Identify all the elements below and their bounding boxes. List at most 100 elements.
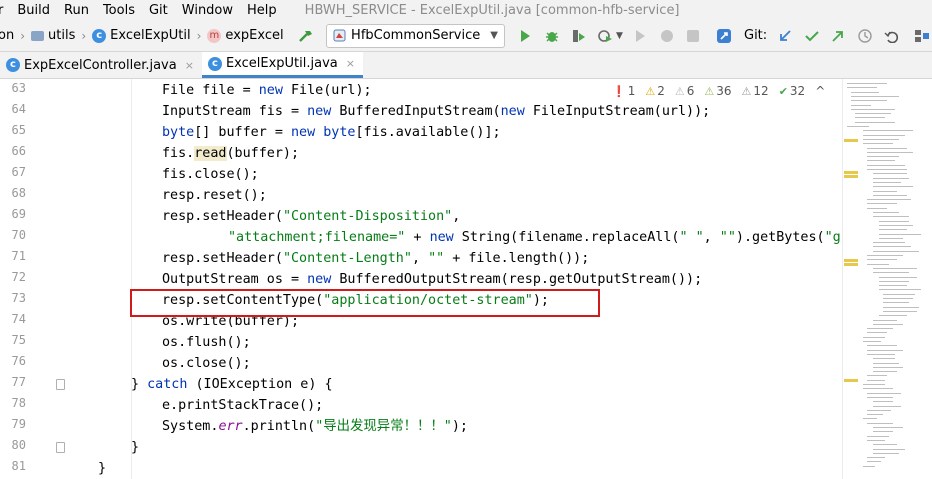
code-line[interactable]: File file = new File(url);: [162, 80, 372, 101]
minimap-line: [867, 409, 891, 411]
code-token: File(url);: [282, 83, 372, 98]
git-history-icon[interactable]: [855, 25, 875, 47]
minimap-line: [873, 177, 909, 179]
stop-icon[interactable]: [683, 25, 703, 47]
code-token: new: [307, 104, 332, 119]
menu-item-help[interactable]: Help: [247, 3, 277, 18]
errors-indicator[interactable]: ❗ 1: [612, 84, 635, 98]
profile-icon[interactable]: [594, 25, 614, 47]
menu-item-run[interactable]: Run: [64, 3, 89, 18]
info-indicator[interactable]: ⚠ 12: [742, 84, 769, 98]
run-configuration-select[interactable]: HfbCommonService ▼: [326, 23, 505, 48]
minimap-line: [863, 384, 885, 385]
run-with-coverage-icon[interactable]: [568, 25, 588, 47]
code-line[interactable]: resp.setHeader("Content-Disposition",: [162, 206, 460, 227]
code-line[interactable]: e.printStackTrace();: [162, 395, 323, 416]
settings-sync-icon[interactable]: [714, 25, 734, 47]
code-token: err: [218, 419, 243, 434]
git-push-icon[interactable]: [828, 25, 848, 47]
errors-count: 1: [627, 84, 636, 98]
minimap-line: [873, 448, 905, 450]
close-icon[interactable]: ×: [185, 59, 194, 72]
breadcrumb-item-method[interactable]: m expExcel: [207, 28, 284, 43]
menu-bar: r Build Run Tools Git Window Help HBWH_S…: [0, 0, 932, 20]
code-token: resp.setHeader(: [162, 251, 283, 266]
minimap-line: [873, 319, 897, 321]
code-line[interactable]: byte[] buffer = new byte[fis.available()…: [162, 122, 501, 143]
code-line[interactable]: resp.setHeader("Content-Length", "" + fi…: [162, 248, 589, 269]
minimap-line: [867, 328, 893, 330]
code-editor[interactable]: File file = new File(url); InputStream fi…: [0, 79, 840, 479]
minimap-line: [867, 353, 895, 355]
code-token: );: [451, 419, 468, 434]
git-label: Git:: [744, 28, 768, 43]
minimap-line: [873, 186, 913, 188]
more-run-options-icon[interactable]: ▼: [615, 25, 624, 47]
attach-debugger-icon[interactable]: [630, 25, 650, 47]
minimap-warning-marker: [844, 259, 858, 262]
tab-label: ExpExcelController.java: [24, 57, 177, 73]
minimap-line: [873, 371, 897, 373]
code-token: "导出发现异常！！！": [315, 419, 452, 434]
minimap-warning-marker: [844, 379, 858, 382]
code-token: }: [131, 377, 148, 392]
menu-item-git[interactable]: Git: [149, 3, 168, 18]
menu-item-build[interactable]: Build: [17, 3, 50, 18]
breadcrumb-item-utils[interactable]: utils: [31, 28, 75, 43]
code-line[interactable]: OutputStream os = new BufferedOutputStre…: [162, 269, 702, 290]
build-hammer-icon[interactable]: [296, 25, 316, 47]
inspection-widget[interactable]: ❗ 1 ⚠ 2 ⚠ 6 ⚠ 36 ⚠ 12 ✔ 32 ^: [612, 82, 836, 100]
ok-indicator[interactable]: ✔ 32: [779, 84, 806, 98]
tab-expexcelcontroller[interactable]: c ExpExcelController.java ×: [0, 52, 202, 78]
debug-icon[interactable]: [541, 25, 561, 47]
weak-warnings-indicator[interactable]: ⚠ 6: [675, 84, 695, 98]
code-line[interactable]: fis.close();: [162, 164, 259, 185]
close-icon[interactable]: ×: [346, 57, 355, 70]
minimap-warning-marker: [844, 175, 858, 178]
minimap-line: [873, 194, 907, 196]
warnings-indicator[interactable]: ⚠ 2: [645, 84, 665, 98]
minimap-line: [879, 315, 907, 317]
project-structure-icon[interactable]: [912, 25, 932, 47]
git-rollback-icon[interactable]: [881, 25, 901, 47]
previous-highlight-button[interactable]: ^: [815, 84, 825, 98]
code-line[interactable]: }: [98, 458, 106, 479]
class-icon: c: [6, 58, 20, 72]
git-commit-icon[interactable]: [802, 25, 822, 47]
run-icon[interactable]: [515, 25, 535, 47]
minimap-line: [873, 190, 897, 192]
code-line[interactable]: } catch (IOException e) {: [131, 374, 333, 395]
typos-indicator[interactable]: ⚠ 36: [704, 84, 731, 98]
code-line[interactable]: fis.read(buffer);: [162, 143, 299, 164]
menu-item-refactor[interactable]: r: [0, 3, 3, 18]
code-line[interactable]: os.close();: [162, 353, 251, 374]
code-token: OutputStream os =: [162, 272, 308, 287]
chevron-right-icon: ›: [196, 28, 202, 43]
minimap-line: [879, 289, 921, 291]
minimap-line: [863, 465, 875, 467]
breadcrumb-label: on: [0, 28, 15, 43]
code-line[interactable]: InputStream fis = new BufferedInputStrea…: [162, 101, 710, 122]
git-update-icon[interactable]: [775, 25, 795, 47]
code-line[interactable]: System.err.println("导出发现异常！！！");: [162, 416, 468, 437]
spring-boot-icon: [333, 29, 346, 42]
highlight-box: [130, 289, 600, 317]
code-line[interactable]: }: [131, 437, 139, 458]
code-minimap[interactable]: [842, 79, 932, 479]
breadcrumb-item-class[interactable]: c ExcelExpUtil: [92, 28, 191, 43]
method-icon: m: [207, 28, 222, 43]
tab-excelexputil[interactable]: c ExcelExpUtil.java ×: [201, 52, 363, 78]
minimap-line: [873, 212, 899, 213]
code-token: ,: [703, 230, 720, 245]
code-token: resp.setHeader(: [162, 209, 283, 224]
pause-icon[interactable]: [657, 25, 677, 47]
menu-item-window[interactable]: Window: [182, 3, 233, 18]
code-line[interactable]: os.flush();: [162, 332, 251, 353]
menu-item-tools[interactable]: Tools: [103, 3, 135, 18]
chevron-right-icon: ›: [20, 28, 26, 43]
minimap-line: [863, 134, 905, 136]
code-line[interactable]: "attachment;filename=" + new String(file…: [228, 227, 840, 248]
navigation-toolbar: on › utils › c ExcelExpUtil › m expExcel H…: [0, 20, 932, 52]
breadcrumb-item-on[interactable]: on: [0, 28, 14, 43]
code-line[interactable]: resp.reset();: [162, 185, 267, 206]
